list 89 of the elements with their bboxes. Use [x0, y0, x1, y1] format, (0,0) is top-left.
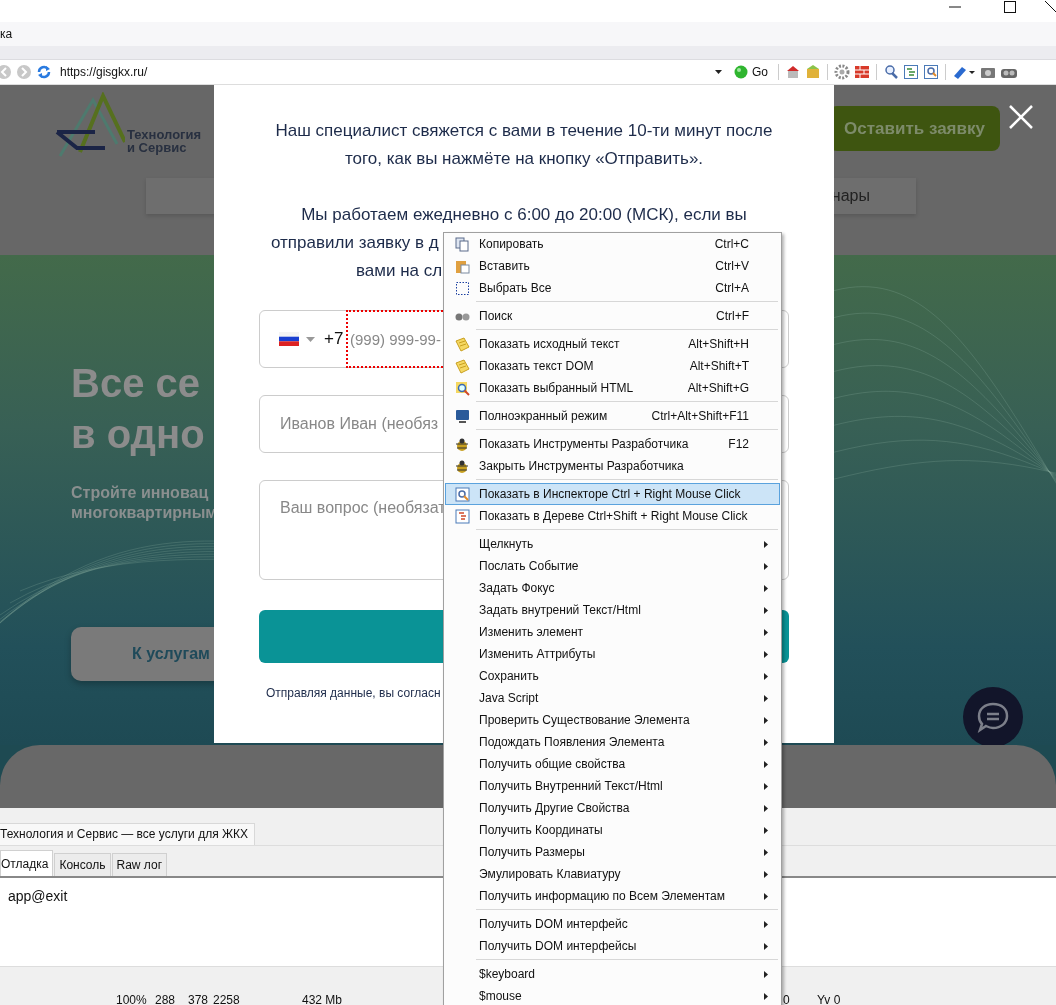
status-text: 378	[188, 993, 209, 1005]
menu-item[interactable]: Получить Размеры	[445, 841, 780, 863]
bricks-icon[interactable]	[854, 64, 870, 80]
menu-item[interactable]: Вставить Ctrl+V	[445, 255, 780, 277]
binoculars-icon	[455, 311, 470, 321]
menu-item[interactable]: Подождать Появления Элемента	[445, 731, 780, 753]
menu-item[interactable]: Показать в Инспекторе Ctrl + Right Mouse Click	[445, 483, 780, 505]
tree-icon	[455, 508, 470, 524]
menu-item[interactable]: Изменить Аттрибуты	[445, 643, 780, 665]
menu-item[interactable]: Java Script	[445, 687, 780, 709]
hero-title: в одно	[71, 411, 205, 458]
tab[interactable]: Отладка	[0, 850, 54, 876]
status-text: Yv 0	[817, 993, 841, 1005]
modal-text: Наш специалист свяжется с вами в течение 10-ти минут после	[274, 120, 774, 142]
tab[interactable]: Консоль	[54, 853, 111, 876]
menu-item[interactable]: Получить Координаты	[445, 819, 780, 841]
logo-text: Технология	[127, 127, 202, 141]
modal-text: того, как вы нажмёте на кнопку «Отправить».	[343, 148, 705, 170]
menu-item[interactable]: $keyboard	[445, 963, 780, 985]
maximize-icon[interactable]	[1003, 0, 1017, 14]
log-line: app@exit	[8, 888, 68, 904]
menu-item[interactable]: Показать в Дереве Ctrl+Shift + Right Mouse Click	[445, 505, 780, 527]
bug-icon	[455, 436, 470, 452]
hero-title: Все се	[71, 360, 200, 407]
note-icon	[455, 336, 470, 352]
menu-item[interactable]: Послать Событие	[445, 555, 780, 577]
menu-item[interactable]: Сохранить	[445, 665, 780, 687]
menu-item[interactable]: Копировать Ctrl+C	[445, 233, 780, 255]
menu-item[interactable]: $mouse	[445, 985, 780, 1005]
address-field[interactable]: https://gisgkx.ru/	[56, 62, 726, 82]
phone-prefix: +7	[324, 329, 344, 349]
modal-text: отправили заявку в д	[271, 232, 439, 254]
phone-placeholder: (999) 999-99-	[350, 330, 441, 348]
dropdown-caret-icon[interactable]	[715, 70, 722, 74]
document-tab[interactable]: Технология и Сервис — все услуги для ЖКХ	[0, 823, 256, 845]
logo-text: и Сервис	[127, 140, 188, 154]
hero-subtitle: Стройте инновац	[71, 483, 209, 503]
menu-item[interactable]: Получить Другие Свойства	[445, 797, 780, 819]
menu-item[interactable]: Показать текст DOM Alt+Shift+T	[445, 355, 780, 377]
house-icon[interactable]	[785, 64, 801, 80]
russia-flag-icon	[279, 332, 299, 346]
inspector-icon[interactable]	[923, 64, 939, 80]
pen-icon[interactable]	[952, 64, 976, 80]
menu-item[interactable]: Задать внутрений Текст/Html	[445, 599, 780, 621]
modal-text: вами на сл	[356, 260, 443, 282]
bug-icon	[455, 458, 470, 474]
magnifier-icon[interactable]	[883, 64, 899, 80]
menu-item[interactable]: Показать исходный текст Alt+Shift+H	[445, 333, 780, 355]
monitor-icon	[455, 408, 470, 424]
chat-icon	[976, 701, 1010, 733]
clipboard-icon	[455, 258, 470, 274]
modal-text: Мы работаем ежедневно с 6:00 до 20:00 (МСК), если вы	[300, 204, 748, 226]
menu-item[interactable]: Закрыть Инструменты Разработчика	[445, 455, 780, 477]
go-icon	[734, 65, 748, 79]
refresh-icon[interactable]	[36, 64, 52, 80]
status-text: 2258	[213, 993, 240, 1005]
menu-item[interactable]: Получить DOM интерфейс	[445, 913, 780, 935]
menu-item[interactable]: Получить общие свойства	[445, 753, 780, 775]
note-icon	[455, 358, 470, 374]
menu-item[interactable]: Получить информацию по Всем Элементам	[445, 885, 780, 907]
status-text: 0	[783, 993, 790, 1005]
hero-subtitle: многоквартирным	[71, 503, 218, 523]
menu-item[interactable]: Щелкнуть	[445, 533, 780, 555]
menu-item[interactable]: Получить DOM интерфейсы	[445, 935, 780, 957]
menu-item[interactable]: Показать Инструменты Разработчика F12	[445, 433, 780, 455]
close-icon[interactable]	[1044, 0, 1056, 14]
go-button[interactable]: Go	[730, 65, 772, 79]
select-all-icon	[455, 280, 470, 296]
menu-item[interactable]: Проверить Существование Элемента	[445, 709, 780, 731]
tree-icon[interactable]	[903, 64, 919, 80]
menu-item[interactable]: Поиск Ctrl+F	[445, 305, 780, 327]
menu-item[interactable]: Показать выбранный HTML Alt+Shift+G	[445, 377, 780, 399]
consent-text: Отправляя данные, вы согласн	[266, 686, 441, 700]
menu-item[interactable]: Выбрать Все Ctrl+A	[445, 277, 780, 299]
chat-button[interactable]	[963, 687, 1023, 747]
menu-item[interactable]: ка	[0, 27, 13, 41]
inspector-icon	[455, 486, 470, 502]
gear-icon[interactable]	[834, 64, 850, 80]
status-text: 432 Mb	[302, 993, 343, 1005]
menu-item[interactable]: Эмулировать Клавиатуру	[445, 863, 780, 885]
tab[interactable]: Raw лог	[111, 853, 168, 876]
menu-item[interactable]: Получить Внутренний Текст/Html	[445, 775, 780, 797]
status-text: 100%	[116, 993, 147, 1005]
status-text: 288	[155, 993, 176, 1005]
menu-item[interactable]: Полноэкранный режим Ctrl+Alt+Shift+F11	[445, 405, 780, 427]
menu-item[interactable]: Задать Фокус	[445, 577, 780, 599]
copy-icon	[455, 236, 470, 252]
menu-item[interactable]: Изменить элемент	[445, 621, 780, 643]
magnifier-icon	[455, 380, 470, 396]
